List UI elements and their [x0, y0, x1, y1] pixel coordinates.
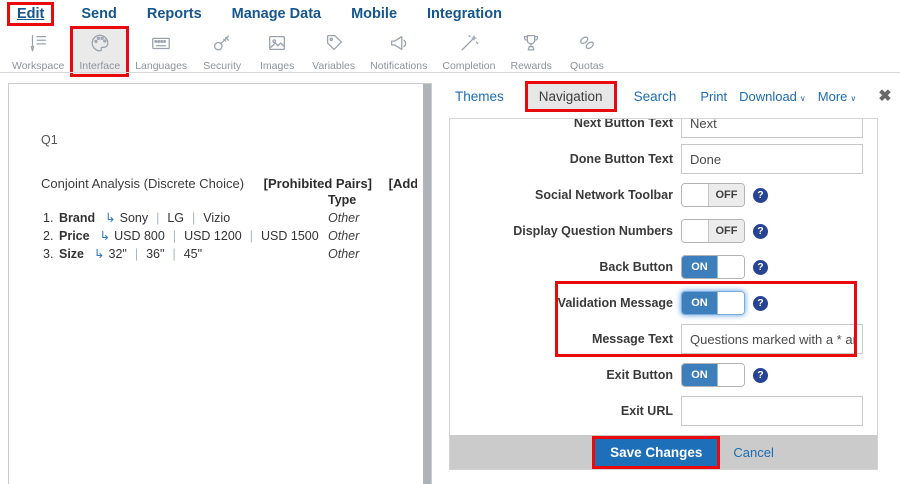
tag-icon — [323, 32, 345, 59]
attribute-type: Other — [328, 245, 359, 263]
navigation-settings-form: Next Button Text Done Button Text Social… — [449, 118, 878, 470]
tab-navigation[interactable]: Navigation — [528, 84, 614, 109]
nav-item-send[interactable]: Send — [81, 6, 116, 22]
form-row-back-button: Back Button ON ? — [450, 249, 877, 285]
trophy-icon — [520, 32, 542, 59]
branch-arrow-icon: ↳ — [94, 247, 104, 261]
tab-themes[interactable]: Themes — [455, 89, 504, 104]
attribute-list: 1.Brand↳Sony|LG|Vizio Other 2.Price↳USD … — [41, 209, 417, 263]
print-link[interactable]: Print — [700, 89, 727, 104]
validation-message-label: Validation Message — [458, 296, 673, 310]
help-icon[interactable]: ? — [753, 296, 768, 311]
workspace-icon — [27, 32, 49, 59]
panel-actions: Print Download∨ More∨ ✖ — [700, 86, 891, 106]
toolbar-item-completion[interactable]: Completion — [436, 29, 501, 74]
save-changes-button[interactable]: Save Changes — [595, 439, 717, 466]
question-title-row: Conjoint Analysis (Discrete Choice) [Pro… — [41, 176, 417, 191]
attribute-row: 3.Size↳32"|36"|45" Other — [41, 245, 417, 263]
toolbar-item-interface[interactable]: Interface — [73, 29, 126, 74]
help-icon[interactable]: ? — [753, 368, 768, 383]
more-dropdown[interactable]: More∨ — [818, 89, 856, 104]
interface-settings-panel: Themes Navigation Search Print Download∨… — [437, 75, 900, 484]
preview-scrollbar[interactable] — [423, 84, 431, 484]
form-row-next-button-text: Next Button Text — [450, 118, 877, 141]
key-icon — [211, 32, 233, 59]
next-button-text-label: Next Button Text — [458, 118, 673, 130]
toolbar-item-images[interactable]: Images — [251, 29, 303, 74]
form-row-social-network-toolbar: Social Network Toolbar OFF ? — [450, 177, 877, 213]
attribute-row: 2.Price↳USD 800|USD 1200|USD 1500 Other — [41, 227, 417, 245]
back-button-toggle[interactable]: ON — [681, 255, 745, 279]
image-icon — [266, 32, 288, 59]
toolbar-item-notifications[interactable]: Notifications — [364, 29, 433, 74]
nav-item-manage-data[interactable]: Manage Data — [232, 6, 321, 22]
exit-button-label: Exit Button — [458, 368, 673, 382]
download-dropdown[interactable]: Download∨ — [739, 89, 806, 104]
help-icon[interactable]: ? — [753, 224, 768, 239]
prohibited-pairs-link[interactable]: [Prohibited Pairs] — [264, 176, 372, 191]
form-row-validation-message: Validation Message ON ? — [450, 285, 877, 321]
nav-item-reports[interactable]: Reports — [147, 6, 202, 22]
display-question-numbers-label: Display Question Numbers — [458, 224, 673, 238]
form-row-message-text: Message Text — [450, 321, 877, 357]
back-button-label: Back Button — [458, 260, 673, 274]
magic-wand-icon — [458, 32, 480, 59]
help-icon[interactable]: ? — [753, 188, 768, 203]
survey-preview-panel: Q1 Conjoint Analysis (Discrete Choice) [… — [8, 83, 432, 484]
survey-preview-content: Q1 Conjoint Analysis (Discrete Choice) [… — [9, 84, 431, 263]
chevron-down-icon: ∨ — [800, 94, 806, 103]
megaphone-icon — [388, 32, 410, 59]
message-text-input[interactable] — [681, 324, 863, 354]
attribute-type: Other — [328, 209, 359, 227]
form-footer: Save Changes Cancel — [450, 435, 877, 469]
top-nav: Edit Send Reports Manage Data Mobile Int… — [0, 0, 900, 28]
social-network-toolbar-toggle[interactable]: OFF — [681, 183, 745, 207]
exit-button-toggle[interactable]: ON — [681, 363, 745, 387]
validation-message-toggle[interactable]: ON — [681, 291, 745, 315]
cancel-link[interactable]: Cancel — [733, 445, 773, 460]
form-row-exit-url: Exit URL — [450, 393, 877, 429]
message-text-label: Message Text — [458, 332, 673, 346]
type-column-header: Type — [328, 193, 417, 207]
palette-icon — [89, 32, 111, 59]
done-button-text-label: Done Button Text — [458, 152, 673, 166]
question-number: Q1 — [41, 133, 417, 147]
edit-toolbar: Workspace Interface Languages Security I… — [0, 28, 900, 72]
toolbar-item-workspace[interactable]: Workspace — [6, 29, 70, 74]
attribute-row: 1.Brand↳Sony|LG|Vizio Other — [41, 209, 417, 227]
chain-links-icon — [576, 32, 598, 59]
panel-header: Themes Navigation Search Print Download∨… — [437, 75, 900, 117]
toolbar-item-languages[interactable]: Languages — [129, 29, 193, 74]
form-row-exit-button: Exit Button ON ? — [450, 357, 877, 393]
toolbar-item-rewards[interactable]: Rewards — [504, 29, 557, 74]
attribute-type: Other — [328, 227, 359, 245]
toolbar-separator — [0, 72, 900, 73]
form-row-display-question-numbers: Display Question Numbers OFF ? — [450, 213, 877, 249]
nav-item-edit[interactable]: Edit — [10, 5, 51, 23]
form-row-done-button-text: Done Button Text — [450, 141, 877, 177]
add-fixed-tasks-link[interactable]: [Add Fixed Tasks] — [389, 176, 417, 191]
social-network-toolbar-label: Social Network Toolbar — [458, 188, 673, 202]
toolbar-item-variables[interactable]: Variables — [306, 29, 361, 74]
branch-arrow-icon: ↳ — [100, 229, 110, 243]
keyboard-icon — [150, 32, 172, 59]
nav-item-mobile[interactable]: Mobile — [351, 6, 397, 22]
branch-arrow-icon: ↳ — [105, 211, 115, 225]
nav-item-integration[interactable]: Integration — [427, 6, 502, 22]
done-button-text-input[interactable] — [681, 144, 863, 174]
toolbar-item-quotas[interactable]: Quotas — [561, 29, 613, 74]
next-button-text-input[interactable] — [681, 118, 863, 138]
toolbar-item-security[interactable]: Security — [196, 29, 248, 74]
tab-search[interactable]: Search — [634, 89, 677, 104]
display-question-numbers-toggle[interactable]: OFF — [681, 219, 745, 243]
chevron-down-icon: ∨ — [850, 94, 856, 103]
question-title: Conjoint Analysis (Discrete Choice) — [41, 176, 244, 191]
help-icon[interactable]: ? — [753, 260, 768, 275]
exit-url-label: Exit URL — [458, 404, 673, 418]
exit-url-input[interactable] — [681, 396, 863, 426]
close-icon[interactable]: ✖ — [878, 86, 891, 106]
